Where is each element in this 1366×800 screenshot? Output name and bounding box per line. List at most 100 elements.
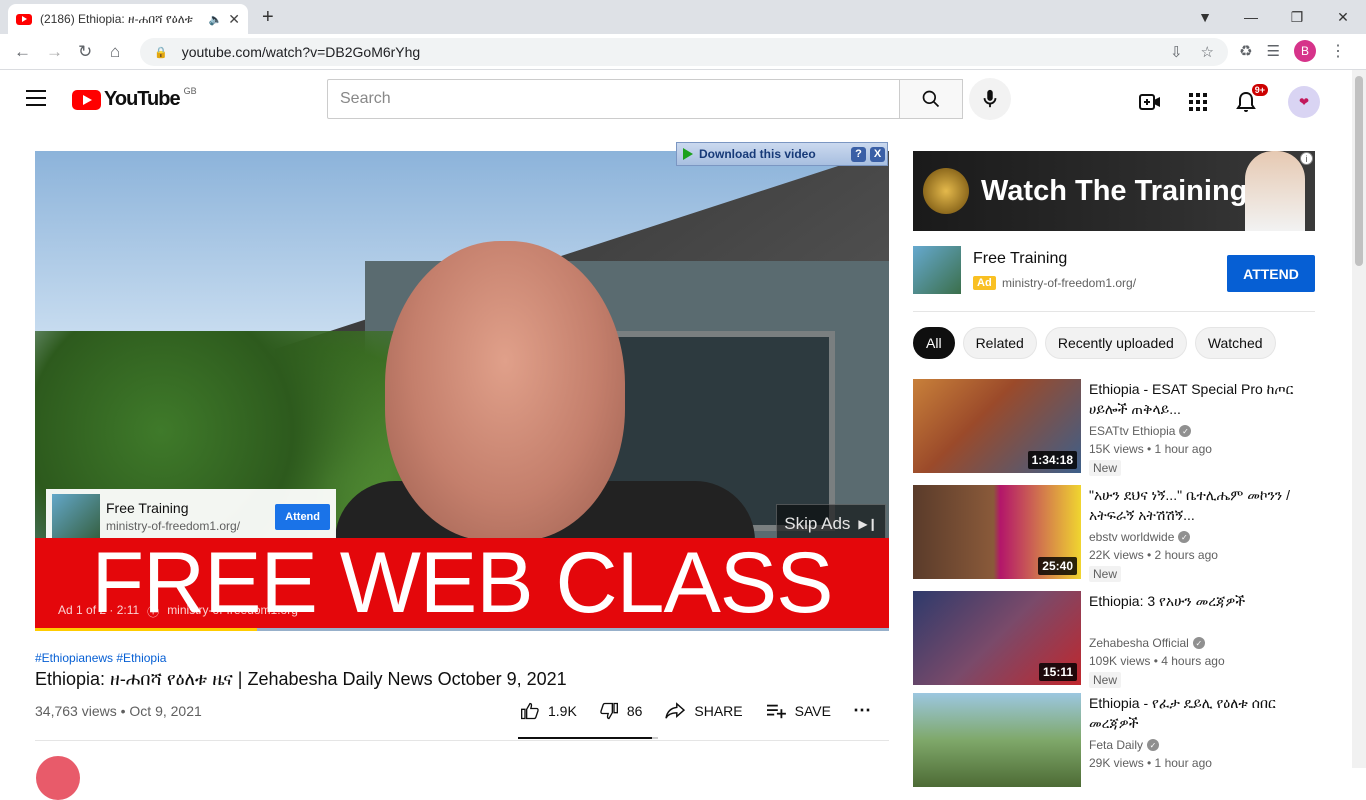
recommendation-title[interactable]: Ethiopia - የፈታ ዴይሊ የዕለቱ ሰበር መረጃዎች: [1089, 693, 1313, 733]
dislike-button[interactable]: 86: [599, 701, 643, 721]
chip-related[interactable]: Related: [962, 327, 1037, 359]
youtube-logo[interactable]: YouTube GB: [72, 85, 197, 111]
hamburger-menu-icon[interactable]: [26, 90, 46, 106]
recommendation-thumbnail[interactable]: 25:40: [913, 485, 1081, 579]
recommendation-channel[interactable]: Zehabesha Official: [1089, 636, 1189, 650]
account-avatar[interactable]: ❤: [1288, 86, 1320, 118]
download-video-bar[interactable]: Download this video ? X: [676, 142, 888, 166]
promo-title: Free Training: [973, 250, 1068, 267]
dislike-count: 86: [626, 702, 643, 719]
tab-search-icon[interactable]: ▼: [1182, 9, 1228, 25]
new-badge: New: [1089, 460, 1122, 476]
sidebar-ad-banner-text: Watch The Training: [981, 174, 1248, 207]
ad-progress-bar[interactable]: [35, 628, 889, 631]
reload-icon[interactable]: ↻: [78, 42, 92, 62]
recommendation-item[interactable]: 15:11 Ethiopia: 3 የአሁን መረጃዎች Zehabesha O…: [913, 591, 1315, 688]
url-field[interactable]: 🔒 youtube.com/watch?v=DB2GoM6rYhg ⇩ ☆: [140, 38, 1228, 66]
overlay-ad-attend-button[interactable]: Attend: [275, 503, 330, 530]
like-button[interactable]: 1.9K: [520, 701, 577, 721]
download-close-button[interactable]: X: [870, 146, 885, 162]
sidebar-ad-banner[interactable]: Watch The Training: [913, 151, 1315, 231]
create-video-icon[interactable]: [1138, 90, 1162, 114]
ad-info: Ad 1 of 2 · 2:11 ⓘ ministry-of-freedom1.…: [58, 603, 298, 620]
chip-watched[interactable]: Watched: [1194, 327, 1276, 359]
ad-counter: Ad 1 of 2 · 2:11: [58, 603, 140, 617]
video-views-date: 34,763 views • Oct 9, 2021: [35, 703, 202, 719]
ad-choices-info-icon[interactable]: i: [1300, 152, 1313, 165]
recommendation-thumbnail[interactable]: 15:11: [913, 591, 1081, 685]
recommendation-thumbnail[interactable]: [913, 693, 1081, 787]
recommendation-item[interactable]: Ethiopia - የፈታ ዴይሊ የዕለቱ ሰበር መረጃዎች Feta D…: [913, 693, 1315, 787]
voice-search-button[interactable]: [969, 78, 1011, 120]
chip-all[interactable]: All: [913, 327, 955, 359]
extension-area: ♻ ☰ B ⋮: [1239, 40, 1346, 62]
overlay-ad-title: Free Training: [106, 500, 189, 516]
youtube-favicon-icon: [16, 13, 32, 25]
thumbs-down-icon: [600, 702, 618, 719]
apps-grid-icon[interactable]: [1186, 90, 1210, 114]
minimize-button[interactable]: —: [1228, 9, 1274, 25]
info-divider: [35, 740, 889, 741]
download-help-button[interactable]: ?: [851, 146, 866, 162]
country-code: GB: [183, 85, 197, 96]
overlay-ad-thumbnail: [52, 493, 100, 540]
download-video-label[interactable]: Download this video: [699, 147, 816, 161]
video-duration: 1:34:18: [1027, 451, 1077, 469]
more-actions-icon[interactable]: ⋯: [853, 700, 871, 721]
home-icon[interactable]: ⌂: [110, 42, 120, 62]
recommendation-channel[interactable]: ESATtv Ethiopia: [1089, 424, 1175, 438]
ad-domain[interactable]: ministry-of-freedom1.org: [167, 603, 298, 620]
microphone-icon: [983, 89, 997, 108]
search-input[interactable]: Search: [327, 79, 900, 119]
notifications-bell-icon[interactable]: 9+: [1234, 84, 1268, 114]
header-actions: 9+ ❤: [1138, 84, 1320, 118]
info-icon[interactable]: ⓘ: [147, 603, 159, 620]
lock-icon[interactable]: 🔒: [154, 46, 168, 59]
install-app-icon[interactable]: ⇩: [1170, 43, 1183, 61]
recommendation-channel[interactable]: ebstv worldwide: [1089, 530, 1174, 544]
recommendation-title[interactable]: "አሁን ደህና ነኝ..." ቤተሊሔም መኮንን / አትፍራኝ አትሽሽኝ…: [1089, 485, 1313, 525]
promo-thumbnail: [913, 246, 961, 294]
share-button[interactable]: SHARE: [664, 701, 743, 720]
close-tab-icon[interactable]: ✕: [228, 11, 240, 28]
browser-menu-icon[interactable]: ⋮: [1330, 41, 1346, 61]
scrollbar-thumb[interactable]: [1355, 76, 1363, 266]
like-ratio-bar: [518, 737, 658, 739]
chip-recently-uploaded[interactable]: Recently uploaded: [1044, 327, 1187, 359]
speaker-icon[interactable]: 🔈: [209, 13, 223, 26]
recommendation-item[interactable]: 25:40 "አሁን ደህና ነኝ..." ቤተሊሔም መኮንን / አትፍራኝ…: [913, 485, 1315, 582]
download-play-icon: [683, 148, 693, 160]
recommendation-meta: 22K views • 2 hours ago: [1089, 548, 1218, 562]
channel-avatar[interactable]: [36, 756, 80, 800]
recommendation-thumbnail[interactable]: 1:34:18: [913, 379, 1081, 473]
skip-next-icon: ▶❙: [858, 517, 878, 531]
verified-check-icon: ✓: [1179, 425, 1192, 437]
search-button[interactable]: [899, 79, 963, 119]
browser-tab[interactable]: (2186) Ethiopia: ዘ-ሐበሻ የዕለቱ 🔈 ✕: [8, 4, 248, 34]
save-button[interactable]: SAVE: [765, 702, 831, 720]
profile-avatar[interactable]: B: [1294, 40, 1316, 62]
close-window-button[interactable]: ✕: [1320, 9, 1366, 26]
recommendation-title[interactable]: Ethiopia - ESAT Special Pro ከጦር ሀይሎች ጠቅላ…: [1089, 379, 1313, 419]
recommendation-item[interactable]: 1:34:18 Ethiopia - ESAT Special Pro ከጦር …: [913, 379, 1315, 476]
extensions-puzzle-icon[interactable]: ♻: [1239, 42, 1252, 60]
bookmark-star-icon[interactable]: ☆: [1201, 43, 1214, 61]
share-arrow-icon: [665, 701, 686, 719]
filter-chips: All Related Recently uploaded Watched: [913, 327, 1276, 359]
sidebar-promo-ad[interactable]: Free Training Ad ministry-of-freedom1.or…: [913, 246, 1315, 298]
page-scrollbar[interactable]: [1352, 70, 1366, 768]
new-tab-button[interactable]: +: [262, 6, 274, 29]
attend-button[interactable]: ATTEND: [1227, 255, 1315, 292]
video-hashtags[interactable]: #Ethiopianews #Ethiopia: [35, 651, 166, 665]
media-control-icon[interactable]: ☰: [1267, 42, 1280, 60]
youtube-header: YouTube GB Search 9+ ❤: [0, 70, 1352, 127]
ad-eagle-emblem-icon: [923, 168, 969, 214]
tab-title: (2186) Ethiopia: ዘ-ሐበሻ የዕለቱ: [40, 11, 193, 26]
ad-progress-fill: [35, 628, 258, 631]
back-arrow-icon[interactable]: ←: [14, 42, 31, 62]
forward-arrow-icon[interactable]: →: [46, 42, 63, 62]
recommendation-channel[interactable]: Feta Daily: [1089, 738, 1143, 752]
maximize-button[interactable]: ❐: [1274, 9, 1320, 26]
recommendation-title[interactable]: Ethiopia: 3 የአሁን መረጃዎች: [1089, 591, 1313, 611]
verified-check-icon: ✓: [1178, 531, 1191, 543]
